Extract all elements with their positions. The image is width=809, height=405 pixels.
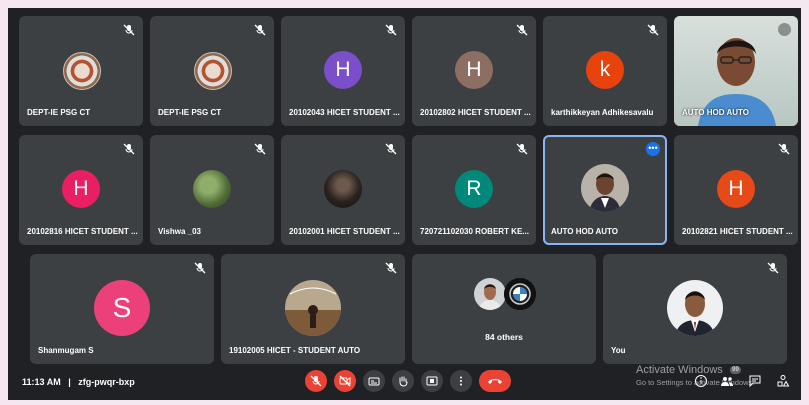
participant-tile[interactable]: H 20102802 HICET STUDENT ... xyxy=(412,16,536,126)
profile-photo xyxy=(474,278,506,310)
participant-name: 20102802 HICET STUDENT ... xyxy=(420,108,531,117)
mic-off-icon xyxy=(194,262,206,274)
meeting-code: zfg-pwqr-bxp xyxy=(78,377,135,387)
raise-hand-button[interactable] xyxy=(392,370,414,392)
participant-tile[interactable]: 20102001 HICET STUDENT ... xyxy=(281,135,405,245)
mic-off-icon xyxy=(516,143,528,155)
participant-tile[interactable]: 19102005 HICET - STUDENT AUTO xyxy=(221,254,405,364)
mic-off-icon xyxy=(778,143,790,155)
self-tile[interactable]: You xyxy=(603,254,787,364)
participant-tile[interactable]: H 20102816 HICET STUDENT ... xyxy=(19,135,143,245)
participant-name: DEPT-IE PSG CT xyxy=(27,108,91,117)
participant-avatar: H xyxy=(717,170,755,208)
mic-off-icon xyxy=(385,143,397,155)
participant-name: Shanmugam S xyxy=(38,346,94,355)
hang-up-icon xyxy=(488,379,502,384)
people-count-badge: 99 xyxy=(730,366,741,374)
participant-tile[interactable]: Vishwa _03 xyxy=(150,135,274,245)
meeting-time: 11:13 AM xyxy=(22,377,61,387)
profile-photo xyxy=(285,280,341,336)
activities-icon[interactable] xyxy=(776,374,790,388)
participant-tile[interactable]: DEPT-IE PSG CT xyxy=(19,16,143,126)
people-icon[interactable] xyxy=(720,374,734,388)
participant-name: 20102001 HICET STUDENT ... xyxy=(289,227,400,236)
present-button[interactable] xyxy=(421,370,443,392)
participant-name: 19102005 HICET - STUDENT AUTO xyxy=(229,346,361,355)
participant-name: AUTO HOD AUTO xyxy=(682,108,749,117)
separator: | xyxy=(68,377,71,387)
mic-off-icon xyxy=(647,24,659,36)
profile-photo xyxy=(193,170,231,208)
mic-off-icon xyxy=(767,262,779,274)
mic-off-icon xyxy=(385,262,397,274)
participant-name: AUTO HOD AUTO xyxy=(551,227,618,236)
participant-avatar: S xyxy=(94,280,150,336)
participant-name: 720721102030 ROBERT KE... xyxy=(420,227,529,236)
leave-call-button[interactable] xyxy=(479,370,511,392)
college-logo xyxy=(194,52,232,90)
present-icon xyxy=(426,376,438,386)
participant-name: 20102821 HICET STUDENT ... xyxy=(682,227,793,236)
participant-tile[interactable]: DEPT-IE PSG CT xyxy=(150,16,274,126)
participant-name: karthikkeyan Adhikesavalu xyxy=(551,108,654,117)
participant-tile[interactable]: R 720721102030 ROBERT KE... xyxy=(412,135,536,245)
chat-icon[interactable] xyxy=(748,374,762,388)
participant-name: DEPT-IE PSG CT xyxy=(158,108,222,117)
captions-icon xyxy=(368,377,380,386)
camera-off-icon xyxy=(339,375,351,387)
participant-name: 20102043 HICET STUDENT ... xyxy=(289,108,400,117)
mic-off-icon xyxy=(123,143,135,155)
participant-tile[interactable]: k karthikkeyan Adhikesavalu xyxy=(543,16,667,126)
meeting-grid: DEPT-IE PSG CT DEPT-IE PSG CT H 20102043… xyxy=(8,8,801,400)
college-logo xyxy=(63,52,101,90)
mic-off-icon xyxy=(123,24,135,36)
bmw-logo-photo xyxy=(504,278,536,310)
participant-tile[interactable]: H 20102821 HICET STUDENT ... xyxy=(674,135,798,245)
info-icon[interactable] xyxy=(694,374,708,388)
bottom-control-bar: 11:13 AM | zfg-pwqr-bxp Activate Windows… xyxy=(8,364,801,400)
mic-off-icon xyxy=(778,23,791,36)
participant-avatar: H xyxy=(455,51,493,89)
participant-avatar: H xyxy=(324,51,362,89)
captions-button[interactable] xyxy=(363,370,385,392)
others-tile[interactable]: 84 others xyxy=(412,254,596,364)
participant-tile[interactable]: S Shanmugam S xyxy=(30,254,214,364)
participant-avatar: R xyxy=(455,170,493,208)
profile-photo xyxy=(667,280,723,336)
camera-toggle-button[interactable] xyxy=(334,370,356,392)
more-options-icon xyxy=(460,376,462,386)
participant-name: You xyxy=(611,346,626,355)
participant-avatar: H xyxy=(62,170,100,208)
meeting-info: 11:13 AM | zfg-pwqr-bxp xyxy=(22,377,135,387)
mic-off-icon xyxy=(310,375,322,387)
raise-hand-icon xyxy=(399,376,408,387)
mic-off-icon xyxy=(385,24,397,36)
participant-tile-selected[interactable]: ••• AUTO HOD AUTO xyxy=(543,135,667,245)
profile-photo xyxy=(581,164,629,212)
more-options-button[interactable] xyxy=(450,370,472,392)
participant-tile[interactable]: H 20102043 HICET STUDENT ... xyxy=(281,16,405,126)
more-options-icon[interactable]: ••• xyxy=(646,142,660,156)
participant-name: 20102816 HICET STUDENT ... xyxy=(27,227,138,236)
mic-off-icon xyxy=(254,143,266,155)
participant-avatar: k xyxy=(586,51,624,89)
participant-video-tile[interactable]: AUTO HOD AUTO xyxy=(674,16,798,126)
mic-off-icon xyxy=(516,24,528,36)
mic-toggle-button[interactable] xyxy=(305,370,327,392)
participant-name: Vishwa _03 xyxy=(158,227,201,236)
profile-photo xyxy=(324,170,362,208)
others-count: 84 others xyxy=(485,332,523,342)
mic-off-icon xyxy=(254,24,266,36)
